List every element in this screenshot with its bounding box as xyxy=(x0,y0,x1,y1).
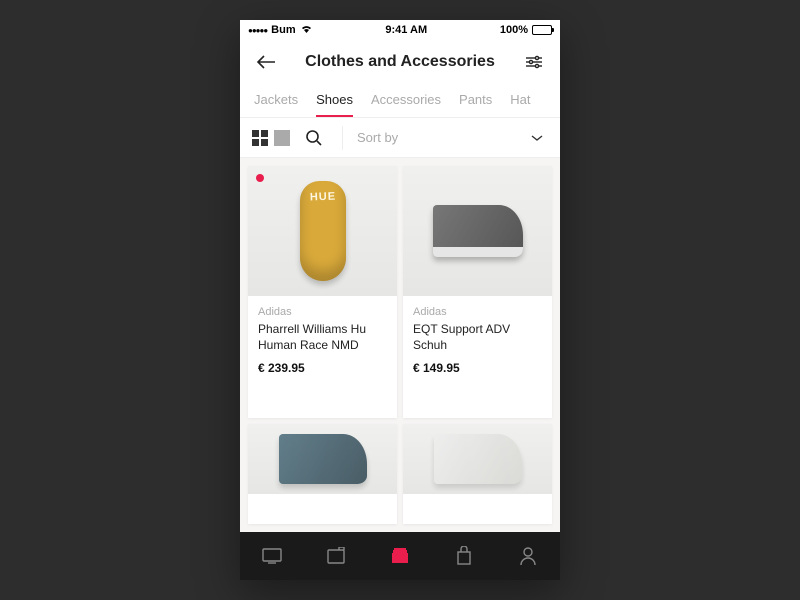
nav-wallet[interactable] xyxy=(316,536,356,576)
nav-shop[interactable] xyxy=(380,536,420,576)
wifi-icon xyxy=(300,24,313,37)
carrier-label: Bum xyxy=(271,24,295,36)
product-grid[interactable]: Adidas Pharrell Williams Hu Human Race N… xyxy=(240,158,560,532)
category-tabs: Jackets Shoes Accessories Pants Hat xyxy=(240,84,560,118)
nav-bag[interactable] xyxy=(444,536,484,576)
product-card[interactable]: Adidas Pharrell Williams Hu Human Race N… xyxy=(248,166,397,418)
signal-dots-icon: ●●●●● xyxy=(248,26,267,35)
filter-button[interactable] xyxy=(520,48,548,76)
status-left: ●●●●● Bum xyxy=(248,24,313,37)
tab-shoes[interactable]: Shoes xyxy=(316,84,353,117)
phone-frame: ●●●●● Bum 9:41 AM 100% Clothes and Acces… xyxy=(240,20,560,580)
product-brand: Adidas xyxy=(258,306,387,318)
tab-jackets[interactable]: Jackets xyxy=(254,84,298,117)
product-image xyxy=(403,166,552,296)
search-button[interactable] xyxy=(300,124,328,152)
sort-dropdown[interactable]: Sort by xyxy=(357,130,548,145)
product-price: € 239.95 xyxy=(258,361,387,375)
sort-label: Sort by xyxy=(357,130,398,145)
new-badge-icon xyxy=(256,174,264,182)
chevron-down-icon xyxy=(530,130,544,145)
tab-pants[interactable]: Pants xyxy=(459,84,492,117)
tab-accessories[interactable]: Accessories xyxy=(371,84,441,117)
battery-pct: 100% xyxy=(500,24,528,36)
product-brand: Adidas xyxy=(413,306,542,318)
status-bar: ●●●●● Bum 9:41 AM 100% xyxy=(240,20,560,40)
product-image xyxy=(248,166,397,296)
bottom-nav xyxy=(240,532,560,580)
product-image xyxy=(248,424,397,494)
back-button[interactable] xyxy=(252,48,280,76)
product-card[interactable] xyxy=(403,424,552,524)
product-image xyxy=(403,424,552,494)
divider xyxy=(342,126,343,150)
product-card[interactable]: Adidas EQT Support ADV Schuh € 149.95 xyxy=(403,166,552,418)
tab-hats[interactable]: Hat xyxy=(510,84,530,117)
battery-icon xyxy=(532,25,552,35)
view-toggle xyxy=(252,130,290,146)
grid-view-button[interactable] xyxy=(252,130,268,146)
header: Clothes and Accessories xyxy=(240,40,560,84)
product-name: EQT Support ADV Schuh xyxy=(413,322,542,353)
clock: 9:41 AM xyxy=(385,24,427,36)
shoe-illustration xyxy=(300,181,346,281)
shoe-illustration xyxy=(279,434,367,484)
shoe-illustration xyxy=(433,205,523,257)
nav-profile[interactable] xyxy=(508,536,548,576)
page-title: Clothes and Accessories xyxy=(280,53,520,71)
shoe-illustration xyxy=(434,434,522,484)
status-right: 100% xyxy=(500,24,552,36)
product-price: € 149.95 xyxy=(413,361,542,375)
product-name: Pharrell Williams Hu Human Race NMD xyxy=(258,322,387,353)
large-view-button[interactable] xyxy=(274,130,290,146)
nav-home[interactable] xyxy=(252,536,292,576)
toolbar: Sort by xyxy=(240,118,560,158)
product-card[interactable] xyxy=(248,424,397,524)
